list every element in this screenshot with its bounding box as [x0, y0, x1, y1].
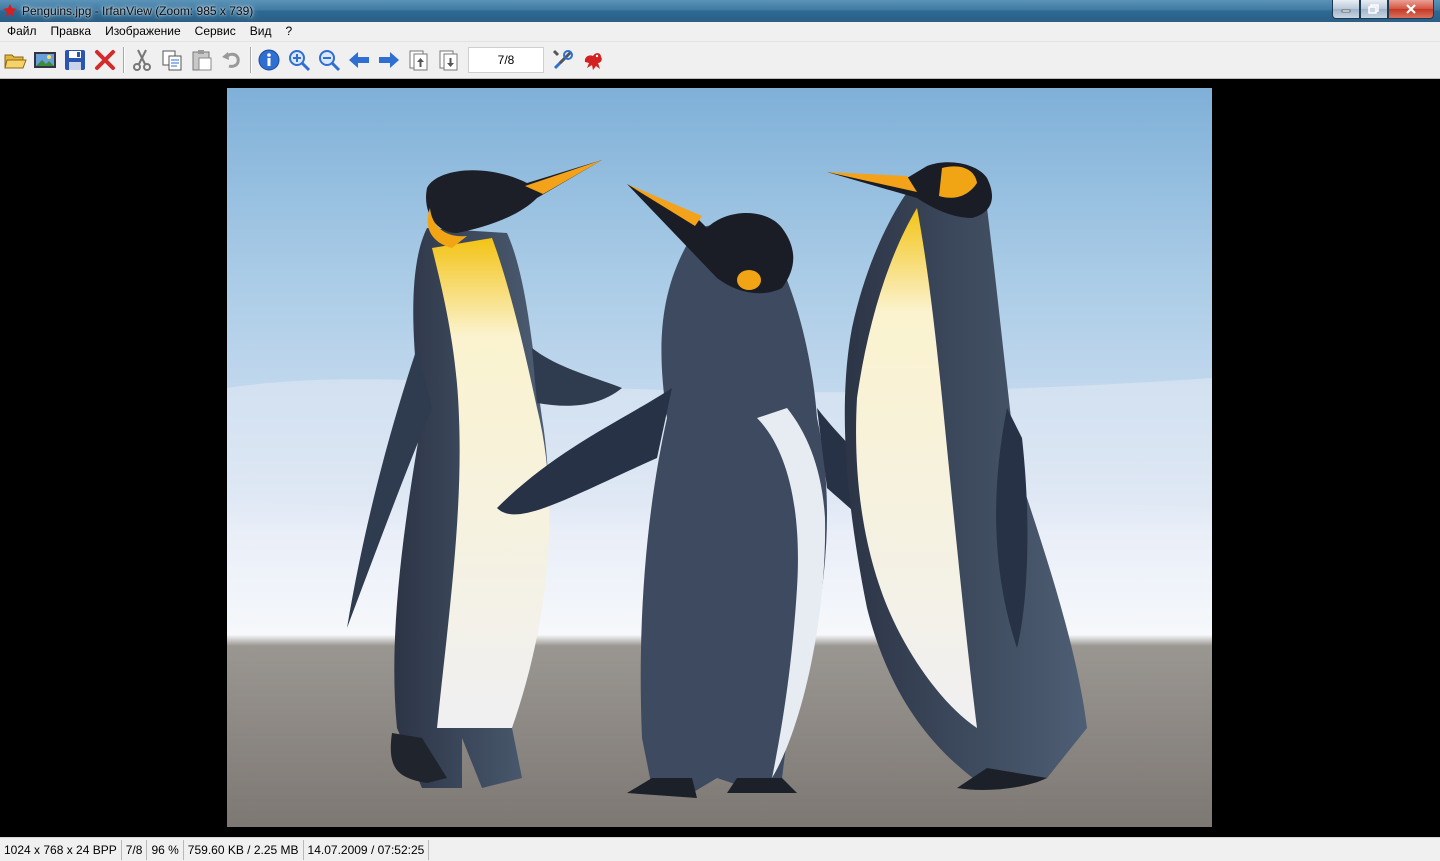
zoom-out-icon — [319, 50, 341, 72]
open-button[interactable] — [0, 45, 30, 75]
first-page-icon — [409, 50, 428, 71]
menu-view[interactable]: Вид — [243, 22, 279, 41]
status-zoom: 96 % — [147, 839, 184, 860]
zoom-in-button[interactable] — [284, 45, 314, 75]
previous-button[interactable] — [344, 45, 374, 75]
zoom-out-button[interactable] — [314, 45, 344, 75]
minimize-icon — [1341, 9, 1351, 13]
cut-icon — [133, 49, 151, 71]
page-indicator: 7/8 — [468, 47, 544, 73]
menu-file[interactable]: Файл — [0, 22, 44, 41]
toolbar-separator — [250, 47, 251, 73]
save-icon — [65, 50, 85, 70]
menu-edit[interactable]: Правка — [44, 22, 99, 41]
first-page-button[interactable] — [404, 45, 434, 75]
paste-icon — [192, 50, 212, 71]
window-title: Penguins.jpg - IrfanView (Zoom: 985 x 73… — [22, 4, 254, 18]
last-page-icon — [439, 50, 458, 71]
previous-icon — [349, 52, 369, 68]
next-icon — [379, 52, 399, 68]
info-button[interactable] — [254, 45, 284, 75]
title-bar[interactable]: Penguins.jpg - IrfanView (Zoom: 985 x 73… — [0, 0, 1440, 22]
delete-button[interactable] — [90, 45, 120, 75]
toolbar-separator — [123, 47, 124, 73]
last-page-button[interactable] — [434, 45, 464, 75]
status-datetime: 14.07.2009 / 07:52:25 — [304, 839, 430, 860]
menu-help[interactable]: ? — [278, 22, 299, 41]
copy-icon — [162, 50, 182, 71]
undo-button[interactable] — [217, 45, 247, 75]
settings-button[interactable] — [548, 45, 578, 75]
copy-button[interactable] — [157, 45, 187, 75]
status-file-size: 759.60 KB / 2.25 MB — [184, 839, 304, 860]
next-button[interactable] — [374, 45, 404, 75]
slideshow-icon — [34, 52, 56, 68]
irfanview-logo-icon — [584, 53, 602, 70]
info-icon — [258, 49, 280, 71]
irfanview-app-icon[interactable] — [2, 3, 18, 19]
status-index: 7/8 — [122, 839, 148, 860]
undo-icon — [222, 52, 240, 68]
image-display — [227, 88, 1212, 827]
toolbar: 7/8 — [0, 42, 1440, 79]
menu-bar: Файл Правка Изображение Сервис Вид ? — [0, 22, 1440, 42]
menu-options[interactable]: Сервис — [188, 22, 243, 41]
status-dimensions: 1024 x 768 x 24 BPP — [0, 839, 122, 860]
restore-button[interactable] — [1360, 0, 1388, 19]
restore-icon — [1368, 4, 1379, 14]
settings-tools-icon — [552, 49, 573, 70]
slideshow-button[interactable] — [30, 45, 60, 75]
delete-icon — [95, 50, 115, 70]
penguins-photo — [227, 88, 1212, 827]
menu-image[interactable]: Изображение — [98, 22, 188, 41]
save-button[interactable] — [60, 45, 90, 75]
close-button[interactable] — [1388, 0, 1434, 19]
minimize-button[interactable] — [1332, 0, 1360, 19]
about-button[interactable] — [578, 45, 608, 75]
zoom-in-icon — [289, 50, 311, 72]
cut-button[interactable] — [127, 45, 157, 75]
close-icon — [1406, 4, 1416, 14]
status-bar: 1024 x 768 x 24 BPP 7/8 96 % 759.60 KB /… — [0, 837, 1440, 861]
open-folder-icon — [4, 54, 27, 69]
paste-button[interactable] — [187, 45, 217, 75]
